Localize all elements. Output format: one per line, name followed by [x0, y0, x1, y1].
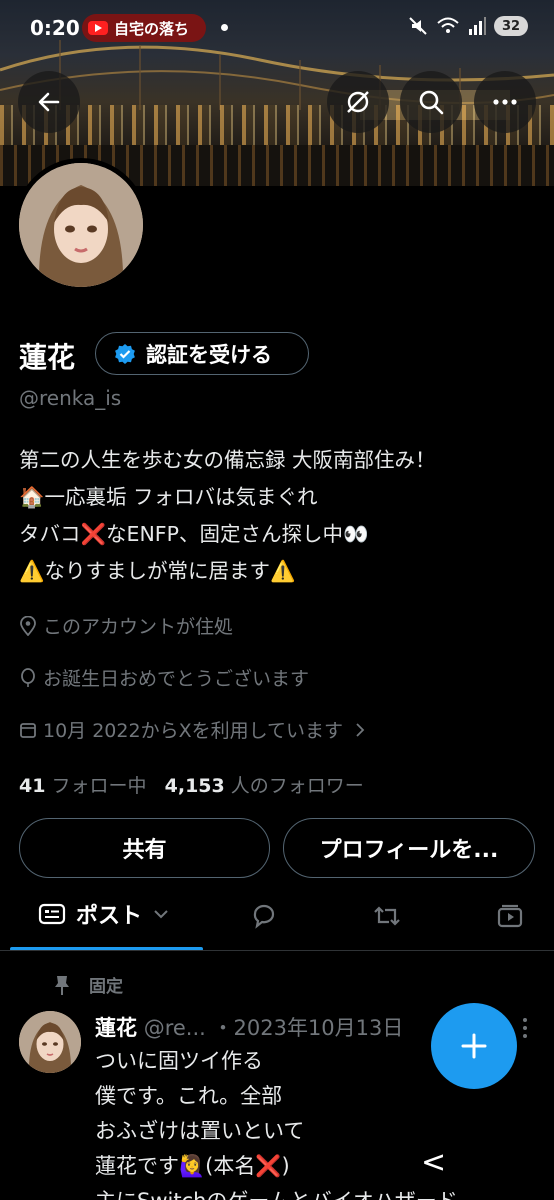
reply-icon[interactable]	[250, 902, 278, 930]
profile-bio: 第二の人生を歩む女の備忘録 大阪南部住み！ 🏠一応裏垢 フォロバは気まぐれ タバ…	[19, 442, 436, 590]
birthday-text: お誕生日おめでとうございます	[43, 668, 310, 690]
plus-icon	[461, 1033, 487, 1059]
profile-location: このアカウントが住処	[19, 612, 233, 639]
follow-stats: 41 フォロー中 4,153 人のフォロワー	[19, 771, 364, 798]
post-line: 僕です。これ。全部	[95, 1084, 283, 1108]
clock: 0:20	[30, 16, 80, 40]
search-button[interactable]	[400, 71, 462, 133]
hide-icon	[347, 91, 369, 113]
followers-link[interactable]: 4,153 人のフォロワー	[165, 775, 364, 797]
bio-line: 第二の人生を歩む女の備忘録 大阪南部住み！	[19, 448, 436, 472]
profile-birthday: お誕生日おめでとうございます	[19, 664, 309, 691]
status-bar: 0:20 自宅の落ち 32	[0, 0, 554, 56]
youtube-icon	[88, 21, 108, 35]
balloon-icon	[21, 667, 35, 687]
posts-tab-icon	[38, 903, 66, 925]
system-icons: 32	[408, 16, 528, 36]
edit-profile-button[interactable]: プロフィールを...	[283, 818, 535, 878]
mute-icon	[409, 17, 427, 35]
bio-line: タバコ❌なENFP、固定さん探し中👀	[19, 522, 369, 546]
profile-name: 蓮花	[19, 341, 76, 374]
chevron-down-icon	[154, 910, 168, 919]
post-text[interactable]: ついに固ツイ作る 僕です。これ。全部 おふざけは置いといて 蓮花です🙋‍♀️(本…	[95, 1044, 458, 1200]
media-icon[interactable]	[496, 902, 524, 930]
share-button[interactable]: 共有	[19, 818, 270, 878]
post-header: 蓮花 @re... ・2023年10月13日	[95, 1012, 403, 1042]
repost-icon[interactable]	[372, 902, 402, 930]
pinned-indicator: 固定	[53, 972, 123, 997]
pinned-label: 固定	[89, 977, 123, 997]
hide-button[interactable]	[327, 71, 389, 133]
get-verified-button[interactable]: 認証を受ける	[95, 332, 309, 375]
tab-posts[interactable]: ポスト	[38, 898, 170, 930]
post-author-handle[interactable]: @re...	[144, 1016, 206, 1040]
notification-dot-icon	[221, 24, 228, 31]
post-line: 蓮花です🙋‍♀️(本名❌)	[95, 1154, 290, 1178]
back-gesture-indicator: <	[421, 1145, 447, 1180]
search-icon	[419, 90, 444, 115]
back-button[interactable]	[18, 71, 80, 133]
bio-line: 🏠一応裏垢 フォロバは気まぐれ	[19, 485, 318, 509]
post-author-name[interactable]: 蓮花	[95, 1016, 137, 1040]
location-icon	[20, 615, 36, 636]
following-count: 41	[19, 775, 46, 797]
location-text: このアカウントが住処	[43, 616, 234, 638]
post-more-icon[interactable]	[520, 1016, 530, 1040]
get-verified-label: 認証を受ける	[146, 342, 272, 367]
post-line: 主にSwitchのゲームとバイオハザード	[95, 1184, 458, 1200]
signal-icon	[469, 17, 486, 35]
verified-icon	[115, 343, 135, 364]
following-label: フォロー中	[51, 775, 147, 797]
avatar-image	[19, 163, 143, 287]
tab-posts-label: ポスト	[76, 904, 143, 929]
profile-joined[interactable]: 10月 2022からXを利用しています	[19, 716, 375, 743]
calendar-icon	[20, 722, 36, 738]
profile-tabs: ポスト	[0, 888, 554, 951]
post-line: ついに固ツイ作る	[95, 1049, 263, 1073]
notification-text: 自宅の落ち	[114, 19, 190, 38]
compose-post-button[interactable]	[431, 1003, 517, 1089]
joined-text: 10月 2022からXを利用しています	[43, 720, 344, 742]
post-author-avatar[interactable]	[19, 1011, 81, 1073]
chevron-right-icon	[356, 722, 365, 737]
post-line: おふざけは置いといて	[95, 1119, 305, 1143]
followers-count: 4,153	[164, 775, 225, 797]
pin-icon	[55, 975, 69, 995]
battery-icon: 32	[494, 16, 528, 36]
post-avatar-image	[19, 1011, 81, 1073]
profile-avatar[interactable]	[14, 158, 148, 292]
media-notification-pill[interactable]: 自宅の落ち	[82, 14, 206, 42]
following-link[interactable]: 41 フォロー中	[19, 775, 147, 797]
profile-handle: @renka_is	[19, 386, 122, 410]
followers-label: 人のフォロワー	[230, 775, 364, 797]
wifi-icon	[437, 17, 459, 33]
more-icon	[493, 99, 517, 105]
bio-line: ⚠️なりすましが常に居ます⚠️	[19, 559, 296, 583]
back-arrow-icon	[38, 92, 60, 112]
post-date[interactable]: ・2023年10月13日	[213, 1016, 404, 1040]
more-button[interactable]	[474, 71, 536, 133]
tabs-divider	[0, 950, 554, 951]
